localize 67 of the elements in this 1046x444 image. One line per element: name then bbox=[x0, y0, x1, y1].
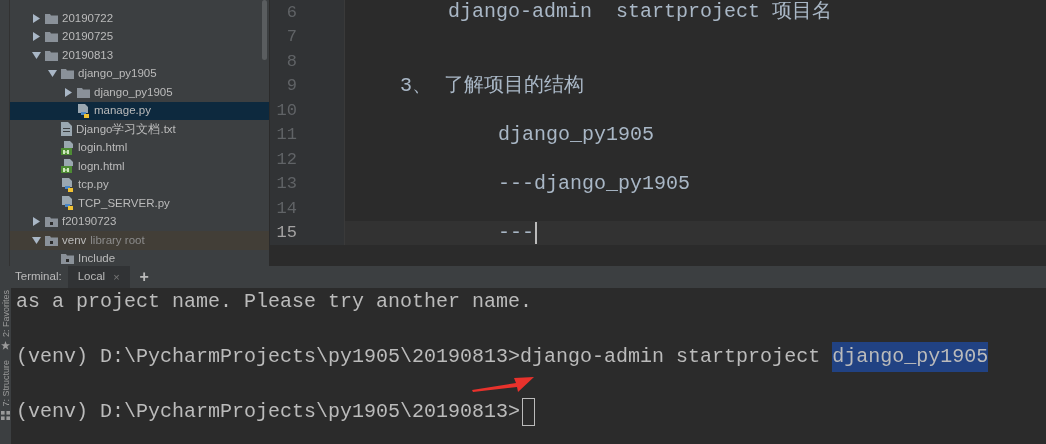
tree-item[interactable]: tcp.py bbox=[10, 175, 269, 194]
tool-window-tab[interactable]: 2: Favorites bbox=[0, 290, 11, 338]
python-file-icon bbox=[61, 177, 74, 192]
python-file-icon bbox=[61, 196, 74, 211]
tree-item[interactable]: 20190722 bbox=[10, 9, 269, 28]
structure-icon bbox=[1, 410, 10, 420]
tree-item[interactable]: venv library root bbox=[10, 231, 269, 250]
folder-icon bbox=[45, 31, 58, 43]
expanded-arrow-icon[interactable] bbox=[32, 235, 41, 245]
tree-item[interactable]: django_py1905 bbox=[10, 64, 269, 83]
tree-item[interactable]: TCP_SERVER.py bbox=[10, 194, 269, 213]
folder-icon bbox=[45, 49, 58, 61]
item-label: 20190725 bbox=[62, 29, 114, 45]
item-label: manage.py bbox=[94, 103, 151, 119]
item-label: 20190722 bbox=[62, 10, 114, 26]
item-label: tcp.py bbox=[78, 177, 109, 193]
tree-item[interactable]: Django学习文档.txt bbox=[10, 120, 269, 139]
folder-icon bbox=[45, 216, 58, 228]
tree-item[interactable]: 20190725 bbox=[10, 27, 269, 46]
tree-item[interactable]: django_py1905 bbox=[10, 83, 269, 102]
tree-item[interactable]: logn.html bbox=[10, 157, 269, 176]
selected-text: django_py1905 bbox=[832, 342, 989, 372]
folder-icon bbox=[61, 68, 74, 80]
item-label: Django学习文档.txt bbox=[76, 121, 176, 137]
item-note: library root bbox=[90, 232, 145, 248]
code-text: django_py1905 bbox=[498, 121, 655, 148]
code-text: django-admin startproject 项目名 bbox=[448, 0, 833, 26]
item-label: django_py1905 bbox=[94, 84, 173, 100]
html-file-icon bbox=[61, 159, 74, 174]
line-number: 15 bbox=[276, 222, 297, 244]
tree-item[interactable]: 20190813 bbox=[10, 46, 269, 65]
folder-icon bbox=[77, 86, 90, 98]
close-tab[interactable]: × bbox=[113, 268, 120, 286]
item-label: login.html bbox=[78, 140, 128, 156]
code-text: ---django_py1905 bbox=[498, 170, 691, 197]
add-terminal[interactable]: + bbox=[139, 265, 149, 289]
text-file-icon bbox=[61, 122, 72, 137]
tree-item[interactable]: f20190723 bbox=[10, 212, 269, 231]
tree-item[interactable]: Include bbox=[10, 249, 269, 266]
folder-icon bbox=[45, 12, 58, 24]
code-text: 3、 了解项目的结构 bbox=[400, 72, 584, 99]
terminal-line: (venv) D:\PycharmProjects\py1905\20190813> bbox=[16, 399, 521, 425]
text-caret bbox=[535, 221, 537, 244]
collapsed-arrow-icon[interactable] bbox=[32, 217, 41, 227]
terminal-title: Terminal: bbox=[15, 269, 62, 285]
tab-label: Local bbox=[77, 269, 106, 285]
item-label: django_py1905 bbox=[78, 66, 157, 82]
collapsed-arrow-icon[interactable] bbox=[64, 87, 73, 97]
item-label: TCP_SERVER.py bbox=[78, 195, 170, 211]
terminal-tab[interactable]: Local × bbox=[67, 266, 130, 288]
tool-window-tab[interactable]: 7: Structure bbox=[0, 360, 11, 407]
terminal-line: as a project name. Please try another name. bbox=[16, 289, 533, 315]
tree-item[interactable]: manage.py bbox=[10, 101, 269, 120]
annotation-arrow bbox=[472, 375, 534, 393]
item-label: Include bbox=[78, 251, 116, 266]
scrollbar[interactable] bbox=[262, 0, 267, 60]
html-file-icon bbox=[61, 140, 74, 155]
item-label: 20190813 bbox=[62, 47, 114, 63]
terminal-line: (venv) D:\PycharmProjects\py1905\20190813>django-admin startproject bbox=[16, 344, 822, 370]
star-icon bbox=[1, 341, 10, 351]
item-label: f20190723 bbox=[62, 214, 117, 230]
item-label: logn.html bbox=[78, 158, 125, 174]
python-file-icon bbox=[77, 103, 90, 118]
folder-icon bbox=[45, 234, 58, 246]
item-label: venv bbox=[62, 232, 87, 248]
code-text: --- bbox=[498, 219, 534, 246]
tree-item[interactable]: login.html bbox=[10, 138, 269, 157]
